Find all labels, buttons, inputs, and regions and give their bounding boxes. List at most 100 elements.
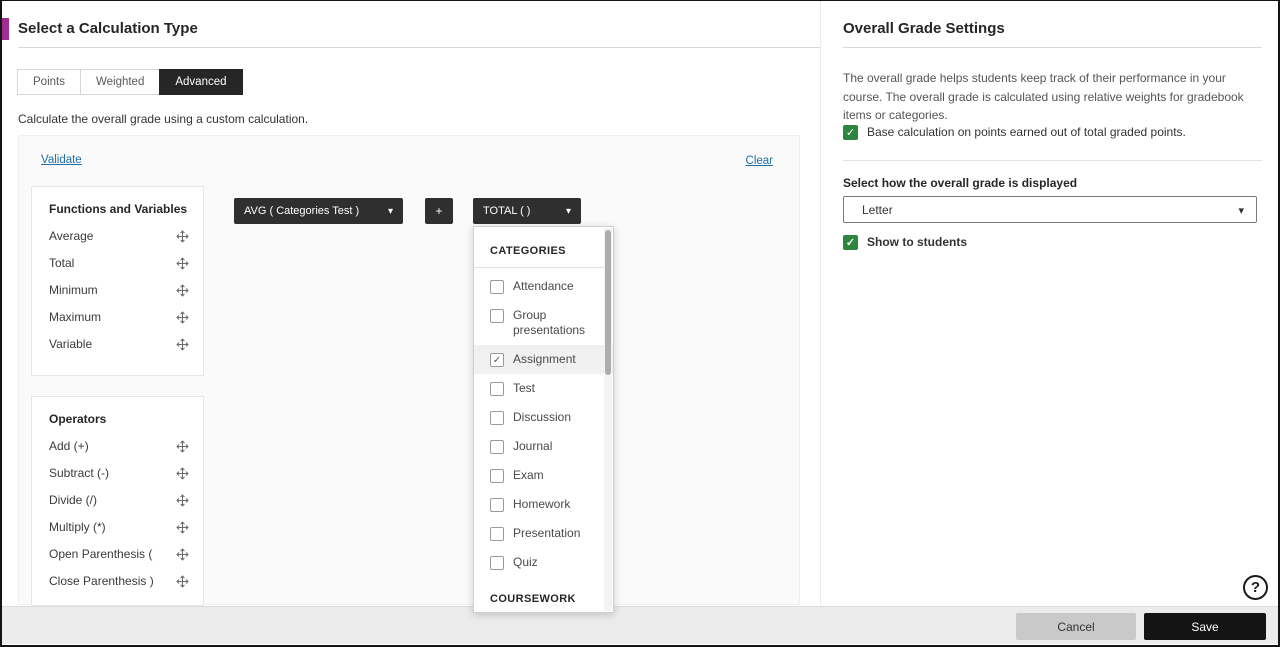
functions-panel: Functions and Variables Average Total Mi… xyxy=(31,186,204,376)
page-title: Select a Calculation Type xyxy=(18,20,198,37)
show-to-students-checkbox-row[interactable]: Show to students xyxy=(843,235,967,250)
expression-row: AVG ( Categories Test ) + TOTAL ( ) xyxy=(234,198,581,224)
checkbox[interactable] xyxy=(490,469,504,483)
move-icon[interactable] xyxy=(176,311,189,324)
move-icon[interactable] xyxy=(176,230,189,243)
accent-bar xyxy=(0,18,9,40)
total-categories-dropdown: CATEGORIES Attendance Group presentation… xyxy=(473,226,614,613)
validate-link[interactable]: Validate xyxy=(41,154,82,166)
checkbox[interactable] xyxy=(490,556,504,570)
dropdown-item-test[interactable]: Test xyxy=(474,374,613,403)
calc-type-tabs: Points Weighted Advanced xyxy=(17,69,243,95)
operator-item-label: Open Parenthesis ( xyxy=(49,547,153,561)
operator-item-label: Divide (/) xyxy=(49,493,98,507)
calculation-canvas: Validate Clear Functions and Variables A… xyxy=(18,135,800,613)
title-divider xyxy=(18,47,820,48)
save-button[interactable]: Save xyxy=(1144,613,1266,640)
footer-bar: Cancel Save xyxy=(0,606,1280,644)
operator-item-label: Subtract (-) xyxy=(49,466,110,480)
checkbox[interactable] xyxy=(490,353,504,367)
checkbox[interactable] xyxy=(490,498,504,512)
dropdown-item-label: Assignment xyxy=(513,352,576,366)
overall-grade-settings-pane: Overall Grade Settings The overall grade… xyxy=(843,0,1262,606)
operator-item-label: Multiply (*) xyxy=(49,520,106,534)
dropdown-item-quiz[interactable]: Quiz xyxy=(474,548,613,577)
dropdown-item-group-presentations[interactable]: Group presentations xyxy=(474,301,613,345)
base-calculation-checkbox-row[interactable]: Base calculation on points earned out of… xyxy=(843,125,1186,140)
tab-weighted[interactable]: Weighted xyxy=(79,69,161,95)
dropdown-section-coursework: COURSEWORK xyxy=(490,593,576,605)
dropdown-item-label: Presentation xyxy=(513,526,581,540)
move-icon[interactable] xyxy=(176,548,189,561)
dropdown-item-discussion[interactable]: Discussion xyxy=(474,403,613,432)
move-icon[interactable] xyxy=(176,521,189,534)
dropdown-item-label: Quiz xyxy=(513,555,538,569)
settings-divider xyxy=(843,160,1262,161)
dropdown-item-homework[interactable]: Homework xyxy=(474,490,613,519)
function-item-variable[interactable]: Variable xyxy=(49,337,189,351)
checkbox-checked-icon[interactable] xyxy=(843,125,858,140)
dropdown-item-journal[interactable]: Journal xyxy=(474,432,613,461)
show-to-students-label: Show to students xyxy=(867,235,967,249)
operator-item-multiply[interactable]: Multiply (*) xyxy=(49,520,189,534)
clear-link[interactable]: Clear xyxy=(746,155,773,167)
function-item-total[interactable]: Total xyxy=(49,256,189,270)
checkbox[interactable] xyxy=(490,527,504,541)
scrollbar-thumb[interactable] xyxy=(605,230,611,375)
move-icon[interactable] xyxy=(176,338,189,351)
operator-item-subtract[interactable]: Subtract (-) xyxy=(49,466,189,480)
move-icon[interactable] xyxy=(176,467,189,480)
function-item-maximum[interactable]: Maximum xyxy=(49,310,189,324)
plus-operator-pill[interactable]: + xyxy=(425,198,453,224)
checkbox-checked-icon[interactable] xyxy=(843,235,858,250)
dropdown-item-label: Exam xyxy=(513,468,544,482)
checkbox[interactable] xyxy=(490,382,504,396)
operator-item-label: Close Parenthesis ) xyxy=(49,574,154,588)
total-pill[interactable]: TOTAL ( ) xyxy=(473,198,581,224)
chevron-down-icon xyxy=(566,205,571,217)
move-icon[interactable] xyxy=(176,494,189,507)
operator-item-label: Add (+) xyxy=(49,439,89,453)
move-icon[interactable] xyxy=(176,284,189,297)
help-button[interactable]: ? xyxy=(1243,575,1268,600)
dropdown-item-label: Discussion xyxy=(513,410,572,424)
dropdown-item-assignment[interactable]: Assignment xyxy=(474,345,613,374)
chevron-down-icon xyxy=(1238,203,1244,217)
operator-item-add[interactable]: Add (+) xyxy=(49,439,189,453)
avg-pill-label: AVG ( Categories Test ) xyxy=(244,205,360,217)
checkbox[interactable] xyxy=(490,411,504,425)
function-item-label: Minimum xyxy=(49,283,98,297)
move-icon[interactable] xyxy=(176,440,189,453)
dropdown-item-label: Attendance xyxy=(513,279,574,293)
tab-advanced[interactable]: Advanced xyxy=(159,69,243,95)
tab-points[interactable]: Points xyxy=(17,69,81,95)
checkbox[interactable] xyxy=(490,280,504,294)
operator-item-close-paren[interactable]: Close Parenthesis ) xyxy=(49,574,189,588)
function-item-average[interactable]: Average xyxy=(49,229,189,243)
settings-title-divider xyxy=(843,47,1262,48)
settings-description: The overall grade helps students keep tr… xyxy=(843,71,1244,123)
cancel-button[interactable]: Cancel xyxy=(1016,613,1136,640)
function-item-minimum[interactable]: Minimum xyxy=(49,283,189,297)
dropdown-item-attendance[interactable]: Attendance xyxy=(474,272,613,301)
settings-title: Overall Grade Settings xyxy=(843,20,1005,37)
move-icon[interactable] xyxy=(176,257,189,270)
operators-panel-title: Operators xyxy=(49,412,107,426)
operators-panel: Operators Add (+) Subtract (-) Divide (/… xyxy=(31,396,204,606)
function-item-label: Maximum xyxy=(49,310,102,324)
avg-categories-pill[interactable]: AVG ( Categories Test ) xyxy=(234,198,403,224)
grade-display-value: Letter xyxy=(862,202,893,217)
move-icon[interactable] xyxy=(176,575,189,588)
checkbox[interactable] xyxy=(490,440,504,454)
checkbox[interactable] xyxy=(490,309,504,323)
dropdown-scrollbar[interactable] xyxy=(604,228,612,611)
dropdown-item-presentation[interactable]: Presentation xyxy=(474,519,613,548)
operator-item-divide[interactable]: Divide (/) xyxy=(49,493,189,507)
dropdown-item-label: Journal xyxy=(513,439,553,453)
dropdown-item-label: Group presentations xyxy=(513,308,586,337)
operator-item-open-paren[interactable]: Open Parenthesis ( xyxy=(49,547,189,561)
grade-display-select[interactable]: Letter xyxy=(843,196,1257,223)
functions-panel-title: Functions and Variables xyxy=(49,202,188,216)
dropdown-item-exam[interactable]: Exam xyxy=(474,461,613,490)
dropdown-item-label: Homework xyxy=(513,497,571,511)
